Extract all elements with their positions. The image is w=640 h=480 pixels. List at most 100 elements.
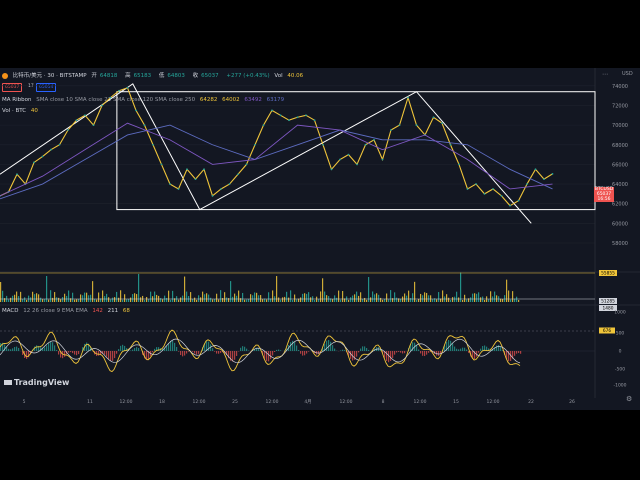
volume-bar (210, 297, 212, 302)
macd-histogram-bar (116, 351, 118, 354)
volume-bar (452, 297, 454, 302)
chart-panel[interactable]: 比特币/美元 · 30 · BITSTAMP 开 64818 高 65183 低 64… (0, 68, 640, 410)
volume-bar (52, 297, 54, 302)
volume-bar (304, 293, 306, 302)
price-point (475, 183, 477, 185)
volume-bar (114, 297, 116, 302)
volume-bar (132, 294, 134, 302)
volume-bar (292, 299, 294, 302)
price-chart[interactable]: 55855 512851480 1000 500 676 0 -500 -1000 5800… (0, 68, 640, 410)
volume-bar (206, 293, 208, 302)
macd-histogram-bar (356, 351, 358, 357)
price-point (50, 148, 52, 151)
macd-histogram-bar (218, 351, 220, 354)
time-tick-label: 22 (528, 399, 534, 405)
volume-bar (314, 299, 316, 302)
volume-bar (10, 297, 12, 302)
volume-bar (194, 297, 196, 302)
volume-bar (250, 294, 252, 302)
settings-icon[interactable]: ⚙ (626, 395, 632, 403)
macd-histogram-bar (460, 348, 462, 351)
macd-histogram-bar (180, 351, 182, 356)
volume-bar (374, 294, 376, 302)
volume-bar (30, 297, 32, 302)
volume-bar (156, 294, 158, 302)
volume-bar (450, 299, 452, 302)
macd-histogram-bar (122, 344, 124, 351)
macd-histogram-bar (18, 347, 20, 351)
macd-histogram-bar (292, 340, 294, 351)
volume-bar (102, 290, 104, 302)
price-tick-label: 68000 (612, 143, 628, 149)
time-tick-label: 12:00 (340, 399, 353, 405)
volume-bar (118, 297, 120, 302)
volume-bar (196, 299, 198, 302)
price-point (432, 116, 435, 119)
volume-axis-label: 1480 (603, 306, 614, 312)
volume-bar (202, 291, 204, 302)
macd-histogram-bar (184, 351, 186, 356)
volume-bar (372, 291, 374, 302)
price-point (228, 183, 231, 185)
macd-histogram-bar (332, 345, 334, 351)
macd-histogram-bar (448, 340, 450, 351)
volume-bar (84, 292, 86, 302)
macd-histogram-bar (232, 351, 234, 362)
volume-bar (504, 295, 506, 302)
macd-histogram-bar (478, 351, 480, 353)
volume-bar (464, 294, 466, 302)
volume-bar (74, 299, 76, 302)
currency-label: USD (622, 71, 633, 77)
volume-bar (454, 296, 456, 302)
macd-histogram-bar (426, 351, 428, 355)
volume-bar (362, 299, 364, 302)
macd-histogram-bar (50, 341, 52, 351)
tradingview-logo: TradingView (4, 378, 69, 387)
price-point (347, 153, 350, 156)
macd-histogram-bar (178, 351, 180, 352)
price-point (92, 124, 95, 127)
macd-histogram-bar (192, 351, 194, 352)
macd-histogram-bar (166, 345, 168, 351)
price-point (500, 194, 503, 197)
volume-bar (244, 299, 246, 302)
volume-bar (168, 290, 170, 302)
macd-histogram-bar (350, 351, 352, 359)
volume-bar (78, 299, 80, 302)
volume-bar (282, 297, 284, 302)
time-tick-label: 12:00 (414, 399, 427, 405)
macd-histogram-bar (78, 351, 80, 355)
more-menu-icon[interactable]: ⋯ (602, 71, 608, 78)
macd-histogram-bar (398, 351, 400, 352)
macd-histogram-bar (244, 346, 246, 351)
macd-histogram-bar (396, 351, 398, 353)
price-point (16, 173, 18, 176)
price-point (441, 122, 443, 125)
macd-histogram-bar (308, 351, 310, 352)
price-tick-label: 64000 (612, 182, 628, 188)
price-tick-label: 72000 (612, 103, 628, 109)
volume-bar (432, 299, 434, 302)
price-point (245, 163, 248, 166)
price-point (296, 116, 299, 119)
volume-bar (412, 293, 414, 302)
volume-bar (484, 299, 486, 302)
macd-histogram-bar (220, 351, 222, 353)
volume-bar (510, 299, 512, 302)
macd-histogram-bar (386, 351, 388, 362)
price-point (152, 143, 154, 146)
volume-bar (160, 298, 162, 302)
volume-bar (386, 293, 388, 302)
volume-bar (72, 292, 74, 302)
time-tick-label: 4月 (304, 399, 311, 405)
volume-bar (68, 290, 70, 302)
volume-bar (466, 299, 468, 302)
macd-histogram-bar (400, 351, 402, 353)
macd-histogram-bar (46, 345, 48, 351)
volume-bar (474, 293, 476, 302)
volume-bar (58, 297, 60, 302)
volume-bar (256, 292, 258, 302)
price-point (509, 204, 511, 207)
volume-bar (218, 299, 220, 302)
volume-bar (32, 291, 34, 302)
